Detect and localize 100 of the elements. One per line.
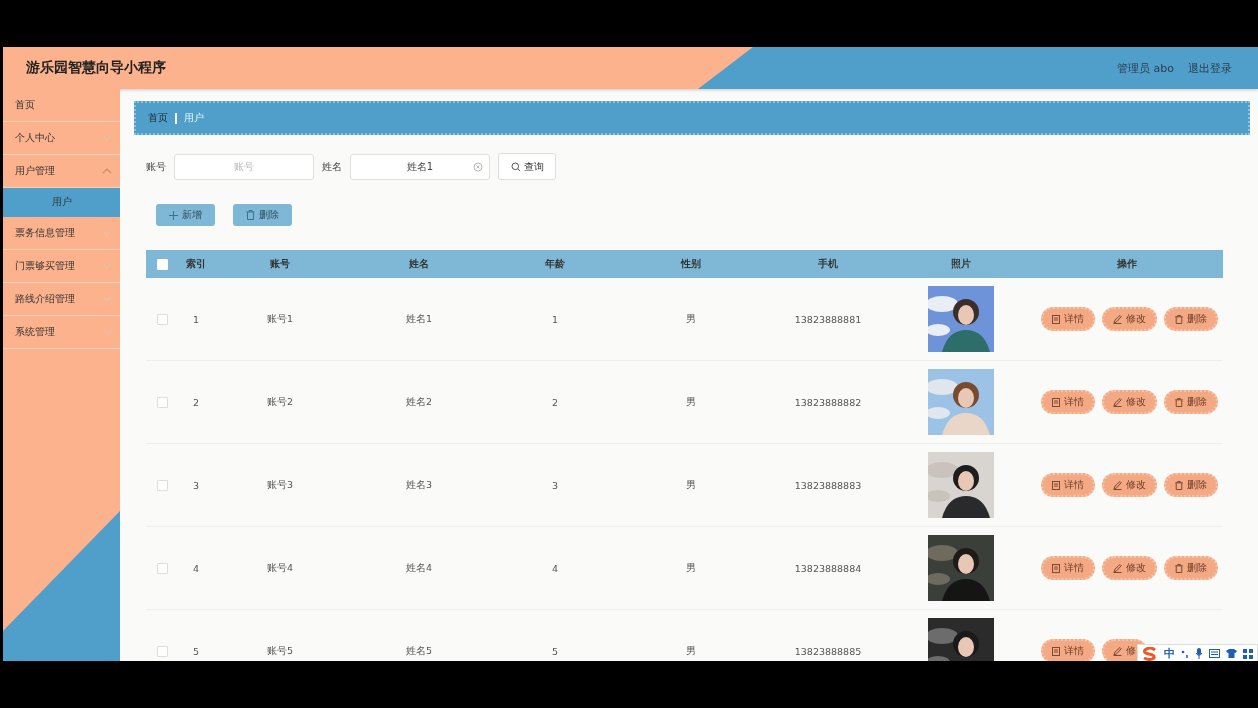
delete-button[interactable]: 删除 <box>1164 390 1218 414</box>
menu-item[interactable]: 路线介绍管理 <box>3 283 120 316</box>
table-cell-text: 2 <box>191 395 200 410</box>
edit-button[interactable]: 修改 <box>1102 473 1157 497</box>
table-cell-text: 4 <box>191 561 200 576</box>
table-cell-text: 3 <box>550 478 559 493</box>
delete-button[interactable]: 删除 <box>1164 473 1218 497</box>
document-icon <box>1052 480 1060 490</box>
table-cell-text: 1 <box>550 312 559 327</box>
pencil-icon <box>1113 563 1122 573</box>
ime-logo-icon <box>1142 646 1158 661</box>
column-header: 年龄 <box>544 256 566 271</box>
punctuation-icon[interactable] <box>1181 648 1189 659</box>
table-cell-text: 姓名2 <box>404 394 433 409</box>
search-button[interactable]: 查询 <box>498 153 556 180</box>
trash-icon <box>1175 563 1183 573</box>
table-cell-text: 男 <box>685 643 697 658</box>
search-icon <box>510 161 521 172</box>
logout-link[interactable]: 退出登录 <box>1188 60 1232 76</box>
pencil-icon <box>1113 314 1122 324</box>
table-cell-text: 5 <box>191 644 200 659</box>
column-header: 性别 <box>679 256 702 271</box>
document-icon <box>1052 563 1060 573</box>
row-checkbox[interactable] <box>156 479 168 491</box>
table-cell-text: 13823888881 <box>793 312 863 327</box>
search-field[interactable]: 姓名1 <box>350 153 490 180</box>
breadcrumb-link[interactable]: 首页 <box>148 111 168 125</box>
table-cell-text: 2 <box>550 395 559 410</box>
trash-icon <box>1175 480 1183 490</box>
delete-button[interactable]: 删除 <box>1164 307 1218 331</box>
breadcrumb-link[interactable]: 用户 <box>184 111 204 125</box>
row-checkbox[interactable] <box>156 562 168 574</box>
menu-item[interactable]: 首页 <box>3 89 120 122</box>
edit-button[interactable]: 修改 <box>1102 390 1157 414</box>
menu-item[interactable]: 票务信息管理 <box>3 217 120 250</box>
detail-button[interactable]: 详情 <box>1041 473 1095 497</box>
input-mode[interactable]: 中 <box>1164 646 1175 661</box>
table-cell-text: 账号2 <box>265 394 294 409</box>
pencil-icon <box>1113 397 1122 407</box>
detail-button[interactable]: 详情 <box>1041 556 1095 580</box>
table-cell-text: 13823888884 <box>793 561 863 576</box>
row-checkbox[interactable] <box>156 645 168 657</box>
table-cell-text: 13823888885 <box>793 644 863 659</box>
detail-button[interactable]: 详情 <box>1041 639 1095 661</box>
pencil-icon <box>1113 646 1122 656</box>
edit-button[interactable]: 修改 <box>1102 556 1157 580</box>
document-icon <box>1052 314 1060 324</box>
detail-button[interactable]: 详情 <box>1041 307 1095 331</box>
table-cell-text: 姓名5 <box>404 643 433 658</box>
select-all-checkbox[interactable] <box>156 258 168 270</box>
clear-icon[interactable] <box>473 161 483 172</box>
trash-icon <box>1175 314 1183 324</box>
table-cell-text: 13823888882 <box>793 395 863 410</box>
submenu-item[interactable]: 用户 <box>3 188 120 217</box>
trash-icon <box>1175 397 1183 407</box>
column-header: 索引 <box>185 256 207 271</box>
plus-icon <box>169 210 178 220</box>
admin-user: 管理员 abo <box>1117 60 1174 76</box>
table-cell-text: 姓名1 <box>404 311 433 326</box>
column-header: 照片 <box>950 256 972 271</box>
table-cell-text: 账号5 <box>265 643 294 658</box>
row-checkbox[interactable] <box>156 396 168 408</box>
menu-item[interactable]: 门票够买管理 <box>3 250 120 283</box>
table-cell-text: 男 <box>685 560 697 575</box>
table-cell-text: 姓名4 <box>404 560 433 575</box>
table-cell-text: 1 <box>191 312 200 327</box>
column-header: 姓名 <box>408 256 430 271</box>
add-button[interactable]: 新增 <box>156 204 215 226</box>
table-cell-text: 账号4 <box>265 560 294 575</box>
table-cell-text: 男 <box>685 311 697 326</box>
delete-button[interactable]: 删除 <box>1164 556 1218 580</box>
document-icon <box>1052 646 1060 656</box>
column-header: 操作 <box>1115 256 1138 271</box>
document-icon <box>1052 397 1060 407</box>
menu-item[interactable]: 个人中心 <box>3 122 120 155</box>
edit-button[interactable]: 修改 <box>1102 307 1157 331</box>
grid-icon[interactable] <box>1243 648 1253 659</box>
table-cell-text: 4 <box>550 561 559 576</box>
row-checkbox[interactable] <box>156 313 168 325</box>
app-title: 游乐园智慧向导小程序 <box>26 59 166 77</box>
keyboard-icon[interactable] <box>1209 649 1220 658</box>
table-cell-text: 姓名3 <box>404 477 433 492</box>
delete-button[interactable]: 删除 <box>233 204 292 226</box>
table-cell-text: 5 <box>550 644 559 659</box>
column-header: 手机 <box>817 256 839 271</box>
table-cell-text: 男 <box>685 394 697 409</box>
table-cell-text: 3 <box>191 478 200 493</box>
microphone-icon[interactable] <box>1195 648 1203 659</box>
trash-icon <box>246 210 255 220</box>
table-cell-text: 男 <box>685 477 697 492</box>
menu-item[interactable]: 系统管理 <box>3 316 120 349</box>
pencil-icon <box>1113 480 1122 490</box>
column-header: 账号 <box>269 256 291 271</box>
field-label: 账号 <box>146 159 166 174</box>
search-field[interactable]: 账号 <box>174 153 314 180</box>
detail-button[interactable]: 详情 <box>1041 390 1095 414</box>
field-label: 姓名 <box>322 159 342 174</box>
table-cell-text: 账号1 <box>265 311 294 326</box>
table-cell-text: 账号3 <box>265 477 294 492</box>
shirt-icon[interactable] <box>1226 649 1237 658</box>
